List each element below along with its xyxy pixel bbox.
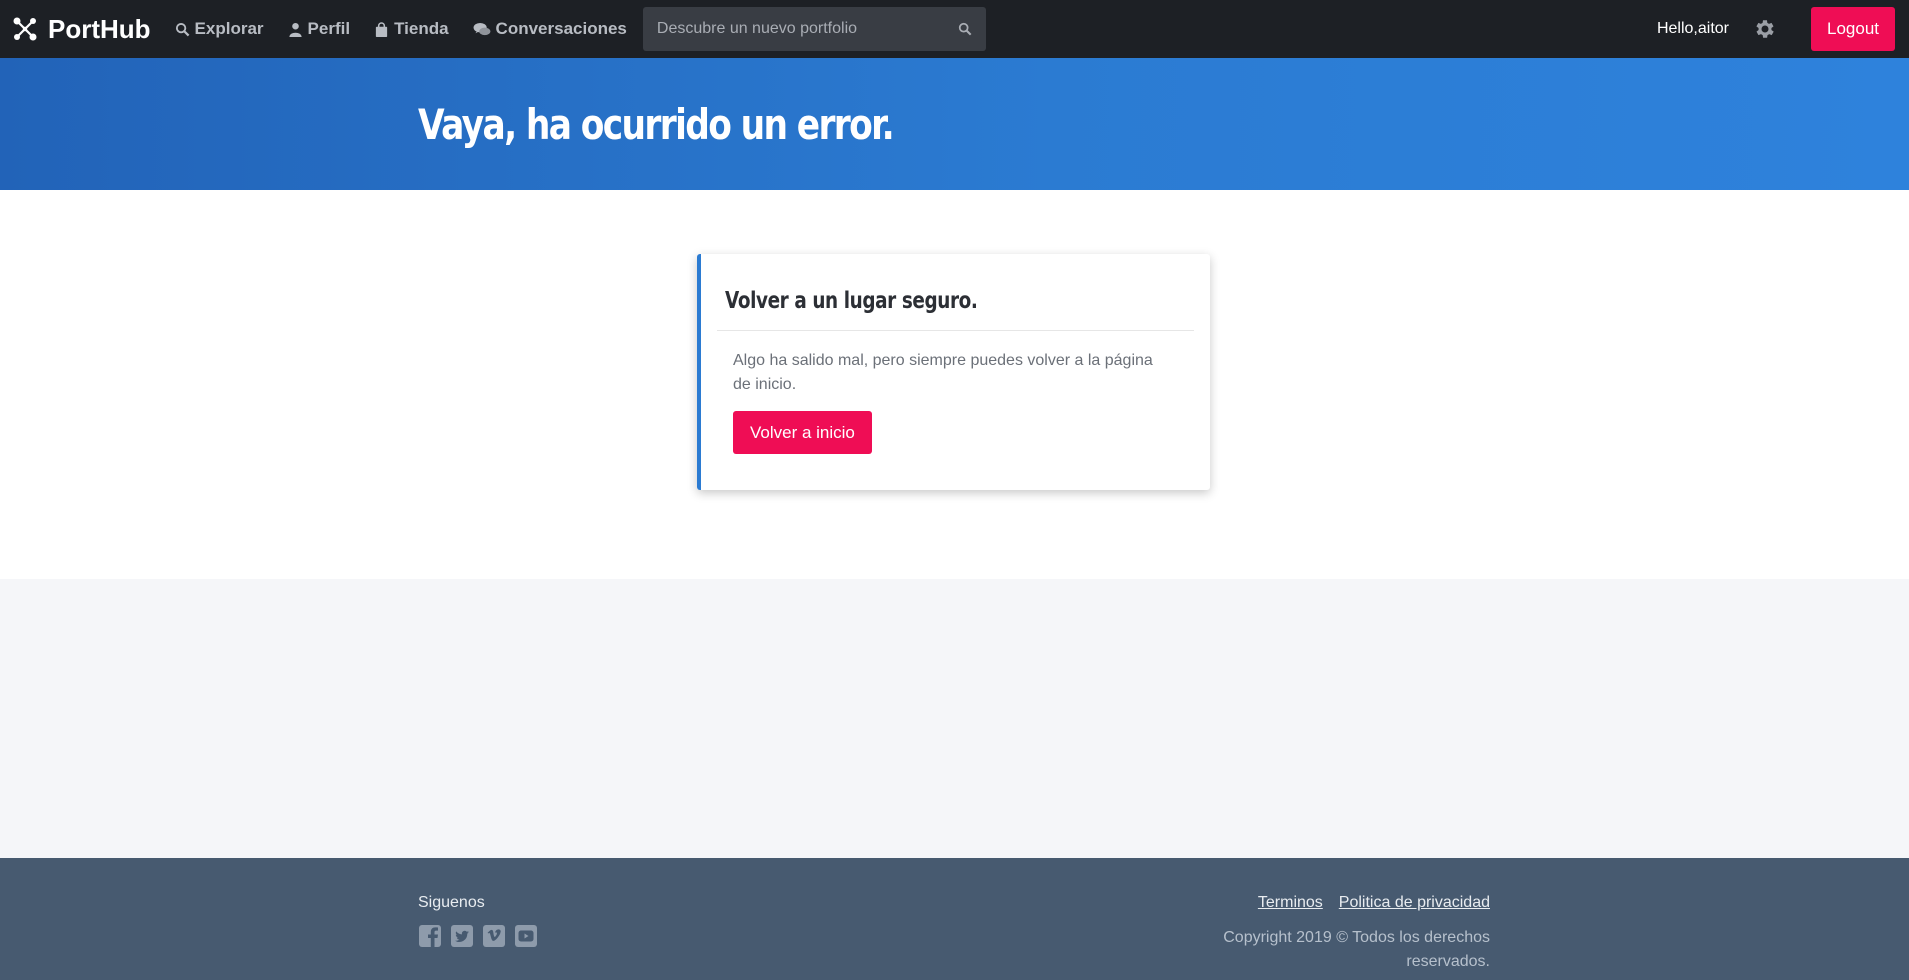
vimeo-icon[interactable] <box>482 924 506 948</box>
nav-item-perfil[interactable]: Perfil <box>288 19 351 39</box>
nav-item-label: Conversaciones <box>495 19 627 38</box>
nav-item-explorar[interactable]: Explorar <box>175 19 264 39</box>
terms-link[interactable]: Terminos <box>1258 894 1323 912</box>
main-content: Volver a un lugar seguro. Algo ha salido… <box>0 190 1909 579</box>
search-box <box>642 7 986 51</box>
nav-item-tienda[interactable]: Tienda <box>374 19 449 39</box>
privacy-policy-link[interactable]: Politica de privacidad <box>1339 894 1490 912</box>
facebook-icon[interactable] <box>418 924 442 948</box>
error-card: Volver a un lugar seguro. Algo ha salido… <box>697 254 1210 490</box>
nav-item-label: Perfil <box>307 19 351 38</box>
porthub-logo-icon <box>13 17 37 41</box>
youtube-icon[interactable] <box>514 924 538 948</box>
search-input[interactable] <box>656 20 958 38</box>
social-links <box>418 924 538 948</box>
user-greeting: Hello,aitor <box>1656 20 1729 37</box>
comments-icon <box>473 22 490 35</box>
back-home-button[interactable]: Volver a inicio <box>733 411 872 454</box>
nav-item-conversaciones[interactable]: Conversaciones <box>473 19 627 39</box>
footer: Siguenos Terminos Politica de privacidad… <box>0 858 1909 980</box>
page-background <box>0 579 1909 858</box>
nav-item-label: Tienda <box>394 19 449 38</box>
twitter-icon[interactable] <box>450 924 474 948</box>
brand-name: PortHub <box>48 13 151 44</box>
follow-label: Siguenos <box>418 894 485 911</box>
nav-right: Hello,aitor Logout <box>1657 7 1897 51</box>
logout-button[interactable]: Logout <box>1811 7 1895 51</box>
card-message: Algo ha salido mal, pero siempre puedes … <box>733 352 1153 393</box>
footer-links: Terminos Politica de privacidad <box>1258 894 1490 912</box>
search-icon <box>175 22 189 36</box>
shopping-bag-icon <box>375 21 388 37</box>
brand-logo[interactable]: PortHub <box>12 14 151 45</box>
search-icon[interactable] <box>958 22 972 36</box>
top-navbar: PortHub Explorar Perfil Tienda Conversac… <box>0 0 1909 58</box>
nav-item-label: Explorar <box>194 19 264 38</box>
copyright-text: Copyright 2019 © Todos los derechos rese… <box>1223 929 1490 970</box>
error-banner: Vaya, ha ocurrido un error. <box>0 58 1909 190</box>
user-icon <box>288 22 302 37</box>
gear-icon[interactable] <box>1753 17 1777 41</box>
page-title: Vaya, ha ocurrido un error. <box>418 99 895 149</box>
card-title: Volver a un lugar seguro. <box>725 288 978 314</box>
